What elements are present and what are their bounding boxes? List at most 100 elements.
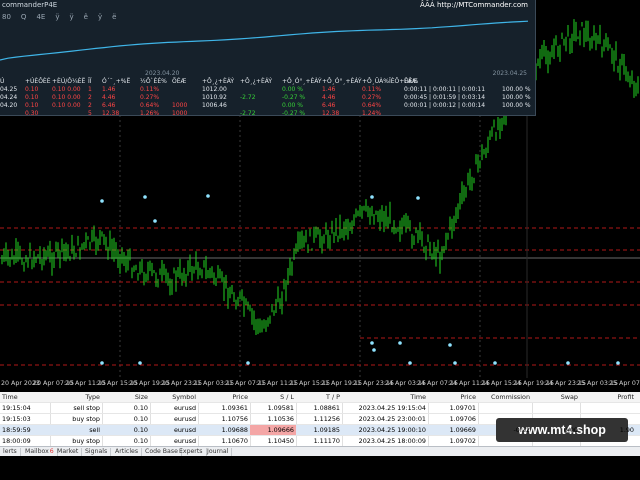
mailbox-badge: 6: [49, 448, 54, 455]
table-cell: 2023.04.25 19:15:04: [358, 404, 426, 412]
terminal-tab[interactable]: Experts: [176, 448, 207, 456]
time-tick-label: 25 Apr 07:15: [609, 380, 640, 387]
table-cell: eurusd: [173, 404, 196, 412]
time-axis: 20 Apr 2023 20 Apr 07:15 20 Apr 11:15 20 Ap…: [0, 378, 640, 392]
column-header[interactable]: T / P: [298, 392, 340, 403]
column-header[interactable]: Price: [200, 392, 248, 403]
stats-cell: 6.46: [102, 102, 116, 109]
table-cell: 1.09581: [267, 404, 294, 412]
trade-marker: [246, 361, 250, 365]
stats-cell: 0.27%: [140, 94, 160, 101]
table-cell: 1.09666: [267, 426, 294, 434]
column-header[interactable]: Type: [52, 392, 100, 403]
table-cell: 1.08861: [313, 404, 340, 412]
table-cell: sell stop: [73, 404, 100, 412]
stats-cell: 1012.00: [202, 86, 227, 93]
column-header[interactable]: Time: [344, 392, 426, 403]
trade-marker: [100, 199, 104, 203]
terminal-tabs[interactable]: lerts Mailbox6 Market Signals Articles Code B…: [0, 446, 640, 456]
stats-cell: 2: [88, 94, 92, 101]
stats-header-cell: ÈÁÆ: [404, 78, 418, 85]
column-header[interactable]: Symbol: [152, 392, 196, 403]
table-cell: 0.10: [133, 437, 148, 445]
stats-cell: -2.72: [240, 94, 256, 101]
status-bar: [0, 456, 640, 480]
trade-marker: [143, 195, 147, 199]
stats-cell: 1.46: [322, 86, 336, 93]
table-cell: 1.09701: [449, 404, 476, 412]
column-header[interactable]: S / L: [252, 392, 294, 403]
trade-marker: [206, 194, 210, 198]
stats-cell: 1000: [172, 110, 188, 116]
stats-cell: 100.00 %: [502, 94, 531, 101]
stats-cell: 1006.46: [202, 102, 227, 109]
table-cell: 1.11256: [313, 415, 340, 423]
stats-cell: 0.10: [25, 86, 39, 93]
stats-cell: 0:00:11 | 0:00:11 | 0:00:11: [404, 86, 486, 93]
trade-marker: [566, 361, 570, 365]
stats-cell: 1.24%: [362, 110, 382, 116]
terminal-tab[interactable]: Mailbox6: [22, 448, 58, 456]
terminal-tab[interactable]: Articles: [112, 448, 143, 456]
stats-cell: 0.64%: [140, 102, 160, 109]
terminal-tab[interactable]: Market: [54, 448, 83, 456]
stats-cell: 0.00 %: [282, 102, 303, 109]
stats-cell: 100.00 %: [502, 86, 531, 93]
table-cell: 0.10: [133, 404, 148, 412]
table-cell: 1.10450: [267, 437, 294, 445]
trade-marker: [370, 341, 374, 345]
stats-header-cell: +ÚÈÔÈÉ: [25, 78, 51, 85]
stats-cell: -2.72: [240, 110, 256, 116]
commander-panel: commanderP4E ÂÃÁ http://MTCommander.com …: [0, 0, 536, 116]
stats-cell: 1010.92: [202, 94, 227, 101]
stats-cell: 0.11%: [362, 86, 382, 93]
stats-header-cell: +Ô¸Ó°¸+ÈÀÝ: [282, 78, 322, 85]
stats-header-cell: +Ô¸Ó°¸+ÈÁÝ: [322, 78, 362, 85]
table-cell: -0.22: [513, 426, 530, 434]
table-cell: 0.10: [133, 415, 148, 423]
terminal-tab[interactable]: lerts: [0, 448, 21, 456]
stats-cell: 1000: [172, 102, 188, 109]
stats-header-cell: ÎÏ: [88, 78, 92, 85]
table-row[interactable]: 19:15:04 sell stop 0.10 eurusd 1.09361 1.0958…: [0, 403, 640, 414]
table-header[interactable]: Time Type Size Symbol Price S / L T / P Time Pri…: [0, 392, 640, 403]
table-cell: 2023.04.25 18:00:09: [358, 437, 426, 445]
table-cell: 1.09185: [313, 426, 340, 434]
stats-cell: 0.64%: [362, 102, 382, 109]
stats-cell: 6.46: [322, 102, 336, 109]
table-cell: buy stop: [72, 415, 100, 423]
table-cell: 19:15:03: [2, 415, 31, 423]
table-row[interactable]: 18:59:59 sell 0.10 eurusd 1.09688 1.09666 1.09…: [0, 425, 640, 436]
column-header[interactable]: Price: [430, 392, 476, 403]
column-header[interactable]: Commission: [480, 392, 530, 403]
stats-cell: 1.46: [102, 86, 116, 93]
stats-cell: 0:00:45 | 0:01:59 | 0:03:14: [404, 94, 486, 101]
trade-marker: [138, 361, 142, 365]
terminal-tab[interactable]: Signals: [82, 448, 112, 456]
stats-header-cell: Ó´¯¸+%Ë: [102, 78, 131, 85]
stats-cell: 2: [88, 102, 92, 109]
stats-header-cell: +Ô¸¿+ÈÁÝ: [240, 78, 273, 85]
column-header[interactable]: Time: [2, 392, 48, 403]
table-cell: 1.10756: [221, 415, 248, 423]
table-cell: 2023.04.25 19:00:10: [358, 426, 426, 434]
stats-cell: 0.10 0.00: [52, 86, 81, 93]
panel-titlebar: commanderP4E ÂÃÁ http://MTCommander.com: [0, 0, 535, 10]
table-cell: 1.09669: [449, 426, 476, 434]
stats-cell: 0.27%: [362, 94, 382, 101]
stats-row: 04.20 0.10 0.10 0.00 2 6.46 0.64% 1000 1006.46 0…: [0, 102, 535, 110]
table-cell: 0.00: [563, 426, 578, 434]
panel-title: commanderP4E: [2, 1, 58, 9]
stats-cell: 4.46: [322, 94, 336, 101]
trade-marker: [153, 219, 157, 223]
trade-marker: [408, 361, 412, 365]
trade-marker: [453, 361, 457, 365]
panel-date-right: 2023.04.25: [492, 70, 527, 77]
column-header[interactable]: Swap: [534, 392, 578, 403]
stats-cell: 100.00 %: [502, 102, 531, 109]
terminal-tab[interactable]: Journal: [204, 448, 233, 456]
trade-marker: [398, 341, 402, 345]
column-header[interactable]: Profit: [582, 392, 634, 403]
column-header[interactable]: Size: [104, 392, 148, 403]
stats-cell: 04.25: [0, 86, 18, 93]
